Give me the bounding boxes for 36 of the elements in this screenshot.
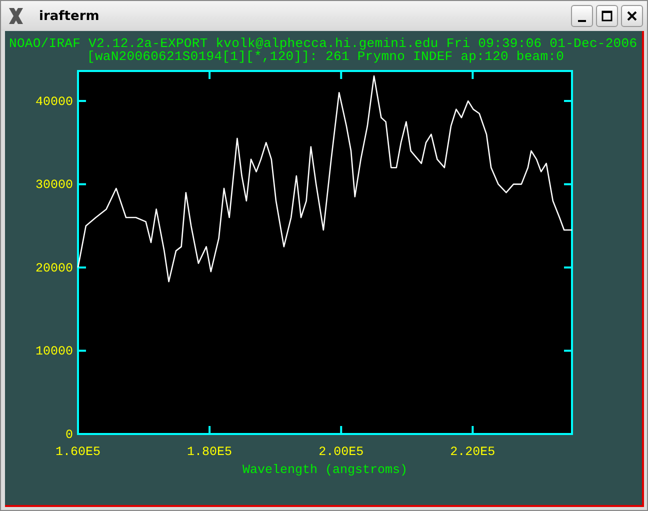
tick-mark [564,350,572,352]
x-tick-label: 1.60E5 [56,445,100,459]
close-icon [626,10,638,22]
tick-mark [78,266,86,268]
tick-mark [340,426,342,434]
plot-title: [waN20060621S0194[1][*,120]]: 261 Prymno INDEF ap:120 beam:0 [86,50,566,63]
tick-mark [564,433,572,435]
minimize-icon [578,20,586,22]
tick-mark [77,71,79,79]
tick-mark [208,426,211,434]
y-tick-label: 40000 [35,94,73,109]
y-tick-label: 20000 [35,261,73,276]
x-tick-label: 2.20E5 [450,445,496,459]
x-logo-icon [7,7,25,25]
tick-mark [564,100,572,102]
tick-mark [472,71,474,79]
y-tick-label: 30000 [35,178,73,192]
x-tick-label: 2.00E5 [318,445,364,459]
plot-title: NOAO/IRAF V2.12.2a-EXPORT kvolk@alphecca.hi.gemini.edu Fri 09:39:06 01-Dec-2006 [8,37,638,50]
tick-mark [564,266,572,268]
tick-mark [78,350,86,352]
minimize-button[interactable] [571,5,593,27]
tick-mark [208,71,211,79]
x-tick-label: 1.80E5 [187,445,232,459]
tick-mark [564,183,572,186]
window-title: irafterm [39,8,100,24]
tick-mark [78,100,86,102]
tick-mark [340,71,342,79]
maximize-icon [601,10,613,22]
tick-mark [78,183,86,186]
close-button[interactable] [621,5,643,27]
maximize-button[interactable] [596,5,618,27]
tick-mark [472,426,474,434]
y-tick-label: 0 [65,428,73,442]
y-tick-label: 10000 [35,344,73,359]
x-axis-label: Wavelength (angstroms) [242,463,408,477]
